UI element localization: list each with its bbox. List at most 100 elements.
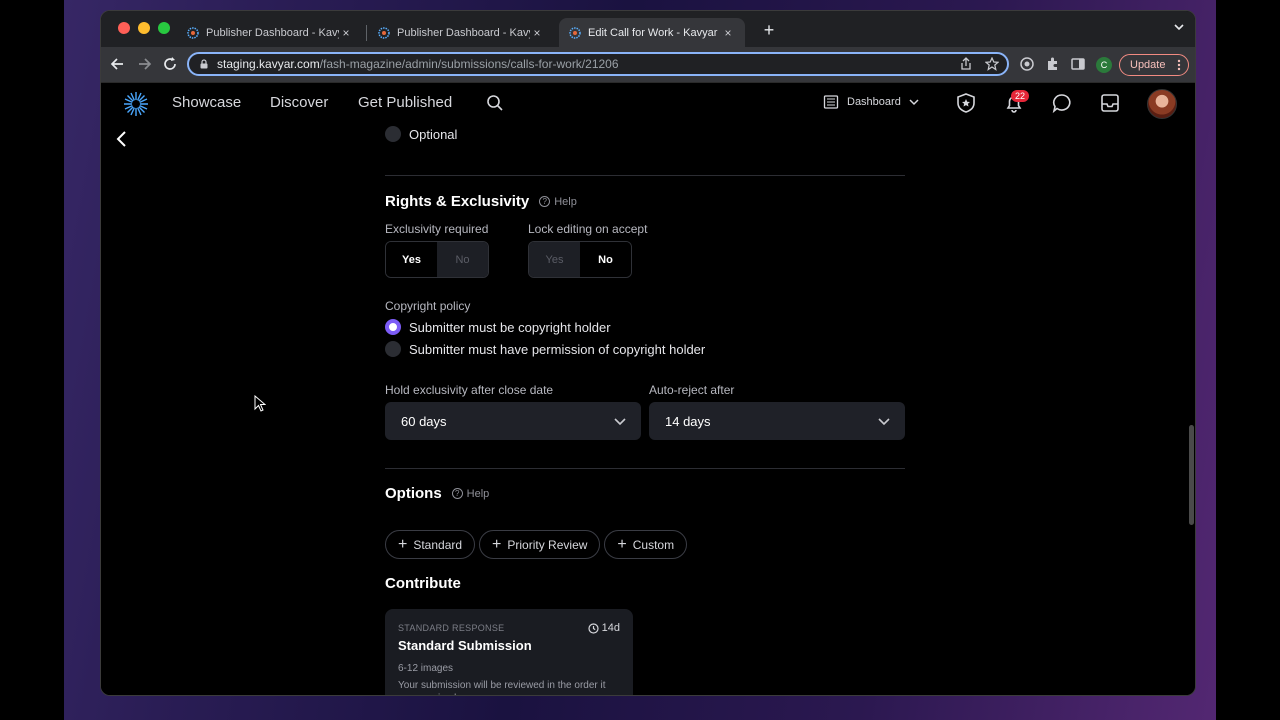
user-avatar[interactable] — [1147, 89, 1177, 119]
radio-button[interactable] — [385, 126, 401, 142]
nav-showcase[interactable]: Showcase — [172, 94, 241, 111]
tab-close-icon[interactable]: × — [530, 26, 544, 40]
new-tab-button[interactable]: + — [759, 20, 779, 41]
add-priority-review-button[interactable]: + Priority Review — [479, 530, 601, 559]
tab-publisher-dashboard-2[interactable]: Publisher Dashboard - Kavyar × — [368, 18, 554, 47]
tab-separator — [366, 25, 367, 41]
tab-title: Edit Call for Work - Kavyar — [588, 26, 718, 39]
add-custom-option-button[interactable]: + Custom — [604, 530, 688, 559]
tab-title: Publisher Dashboard - Kavyar — [397, 26, 530, 39]
lock-icon — [200, 59, 208, 69]
help-label: Help — [554, 195, 577, 208]
tab-title: Publisher Dashboard - Kavyar — [206, 26, 339, 39]
back-arrow-icon[interactable] — [109, 56, 127, 74]
desktop-right-edge — [1216, 0, 1280, 720]
notification-count-badge: 22 — [1011, 90, 1029, 102]
window-controls — [118, 22, 170, 34]
rights-section-heading: Rights & Exclusivity ? Help — [385, 193, 577, 210]
hold-exclusivity-select[interactable]: 60 days — [385, 402, 641, 440]
tab-close-icon[interactable]: × — [721, 26, 735, 40]
maximize-window-button[interactable] — [158, 22, 170, 34]
chevron-down-icon — [909, 99, 919, 106]
tab-publisher-dashboard-1[interactable]: Publisher Dashboard - Kavyar × — [177, 18, 363, 47]
chat-bubble-icon[interactable] — [1051, 92, 1073, 114]
plus-icon: + — [492, 535, 502, 553]
optional-radio[interactable]: Optional — [385, 123, 457, 145]
side-panel-icon[interactable] — [1069, 56, 1087, 74]
priority-label: Priority Review — [507, 537, 588, 552]
copyright-option-holder[interactable]: Submitter must be copyright holder — [385, 316, 611, 338]
tab-search-chevron-icon[interactable] — [1173, 21, 1185, 36]
exclusivity-toggle: Yes No — [385, 241, 489, 278]
more-vertical-icon — [1177, 59, 1181, 71]
auto-reject-select[interactable]: 14 days — [649, 402, 905, 440]
exclusivity-no-option[interactable]: No — [437, 242, 488, 277]
hold-exclusivity-label: Hold exclusivity after close date — [385, 383, 554, 397]
dashboard-icon — [823, 95, 839, 109]
contribute-section-heading: Contribute — [385, 575, 461, 592]
exclusivity-yes-option[interactable]: Yes — [386, 242, 437, 277]
plus-icon: + — [398, 535, 408, 553]
help-label: Help — [466, 487, 490, 500]
address-bar[interactable]: staging.kavyar.com/fash-magazine/admin/s… — [187, 52, 1009, 76]
close-window-button[interactable] — [118, 22, 130, 34]
optional-label: Optional — [409, 126, 458, 142]
kavyar-favicon-icon — [378, 26, 390, 39]
mouse-pointer-icon — [254, 395, 266, 412]
lock-no-option[interactable]: No — [580, 242, 631, 277]
share-icon[interactable] — [959, 57, 973, 71]
custom-label: Custom — [632, 537, 675, 552]
reload-icon[interactable] — [161, 56, 179, 74]
radio-button-selected[interactable] — [385, 319, 401, 335]
chevron-down-icon — [878, 418, 890, 426]
inbox-icon[interactable] — [1099, 92, 1121, 114]
lock-editing-label: Lock editing on accept — [528, 222, 648, 236]
rights-title: Rights & Exclusivity — [385, 193, 530, 210]
help-circle-icon: ? — [539, 196, 551, 207]
page-scrollbar[interactable] — [1189, 425, 1194, 525]
card-description: Your submission will be reviewed in the … — [398, 680, 606, 695]
kavyar-favicon-icon — [187, 26, 199, 39]
extensions-puzzle-icon[interactable] — [1044, 56, 1062, 74]
exclusivity-label: Exclusivity required — [385, 222, 489, 236]
hold-exclusivity-value: 60 days — [401, 413, 447, 429]
browser-toolbar: staging.kavyar.com/fash-magazine/admin/s… — [101, 47, 1195, 83]
forward-arrow-icon[interactable] — [135, 56, 153, 74]
option-type-buttons: + Standard + Priority Review + Custom — [385, 530, 688, 559]
plus-icon: + — [617, 535, 627, 553]
options-section-heading: Options ? Help — [385, 485, 489, 502]
tab-close-icon[interactable]: × — [339, 26, 353, 40]
search-icon[interactable] — [486, 94, 504, 112]
lock-yes-option[interactable]: Yes — [529, 242, 580, 277]
auto-reject-label: Auto-reject after — [649, 383, 735, 397]
kavyar-logo-icon[interactable] — [123, 91, 149, 117]
copyright-option-label: Submitter must be copyright holder — [409, 319, 611, 335]
duration-value: 14d — [601, 622, 620, 634]
card-title: Standard Submission — [398, 638, 532, 653]
back-chevron-icon[interactable] — [115, 130, 129, 148]
radio-button[interactable] — [385, 341, 401, 357]
section-divider — [385, 468, 905, 469]
app-header: Showcase Discover Get Published Dashboar… — [101, 83, 1195, 123]
shield-star-icon[interactable] — [955, 92, 977, 114]
update-browser-button[interactable]: Update — [1119, 54, 1189, 76]
chevron-down-icon — [614, 418, 626, 426]
nav-get-published[interactable]: Get Published — [358, 94, 452, 111]
nav-discover[interactable]: Discover — [270, 94, 328, 111]
copyright-option-permission[interactable]: Submitter must have permission of copyri… — [385, 338, 705, 360]
bookmark-star-icon[interactable] — [985, 57, 999, 71]
options-help-link[interactable]: ? Help — [451, 487, 490, 500]
options-title: Options — [385, 485, 442, 502]
tab-strip: Publisher Dashboard - Kavyar × Publisher… — [101, 11, 1195, 47]
add-standard-option-button[interactable]: + Standard — [385, 530, 476, 559]
dashboard-menu[interactable]: Dashboard — [823, 94, 919, 110]
tab-edit-call-for-work[interactable]: Edit Call for Work - Kavyar × — [559, 18, 745, 47]
extension-globe-icon[interactable] — [1018, 56, 1036, 74]
browser-profile-avatar[interactable]: C — [1096, 57, 1112, 73]
card-meta: 6-12 images — [398, 663, 454, 674]
standard-submission-card[interactable]: STANDARD RESPONSE 14d Standard Submissio… — [385, 609, 633, 695]
standard-label: Standard — [413, 537, 463, 552]
minimize-window-button[interactable] — [138, 22, 150, 34]
update-label: Update — [1130, 59, 1166, 71]
rights-help-link[interactable]: ? Help — [539, 196, 577, 208]
